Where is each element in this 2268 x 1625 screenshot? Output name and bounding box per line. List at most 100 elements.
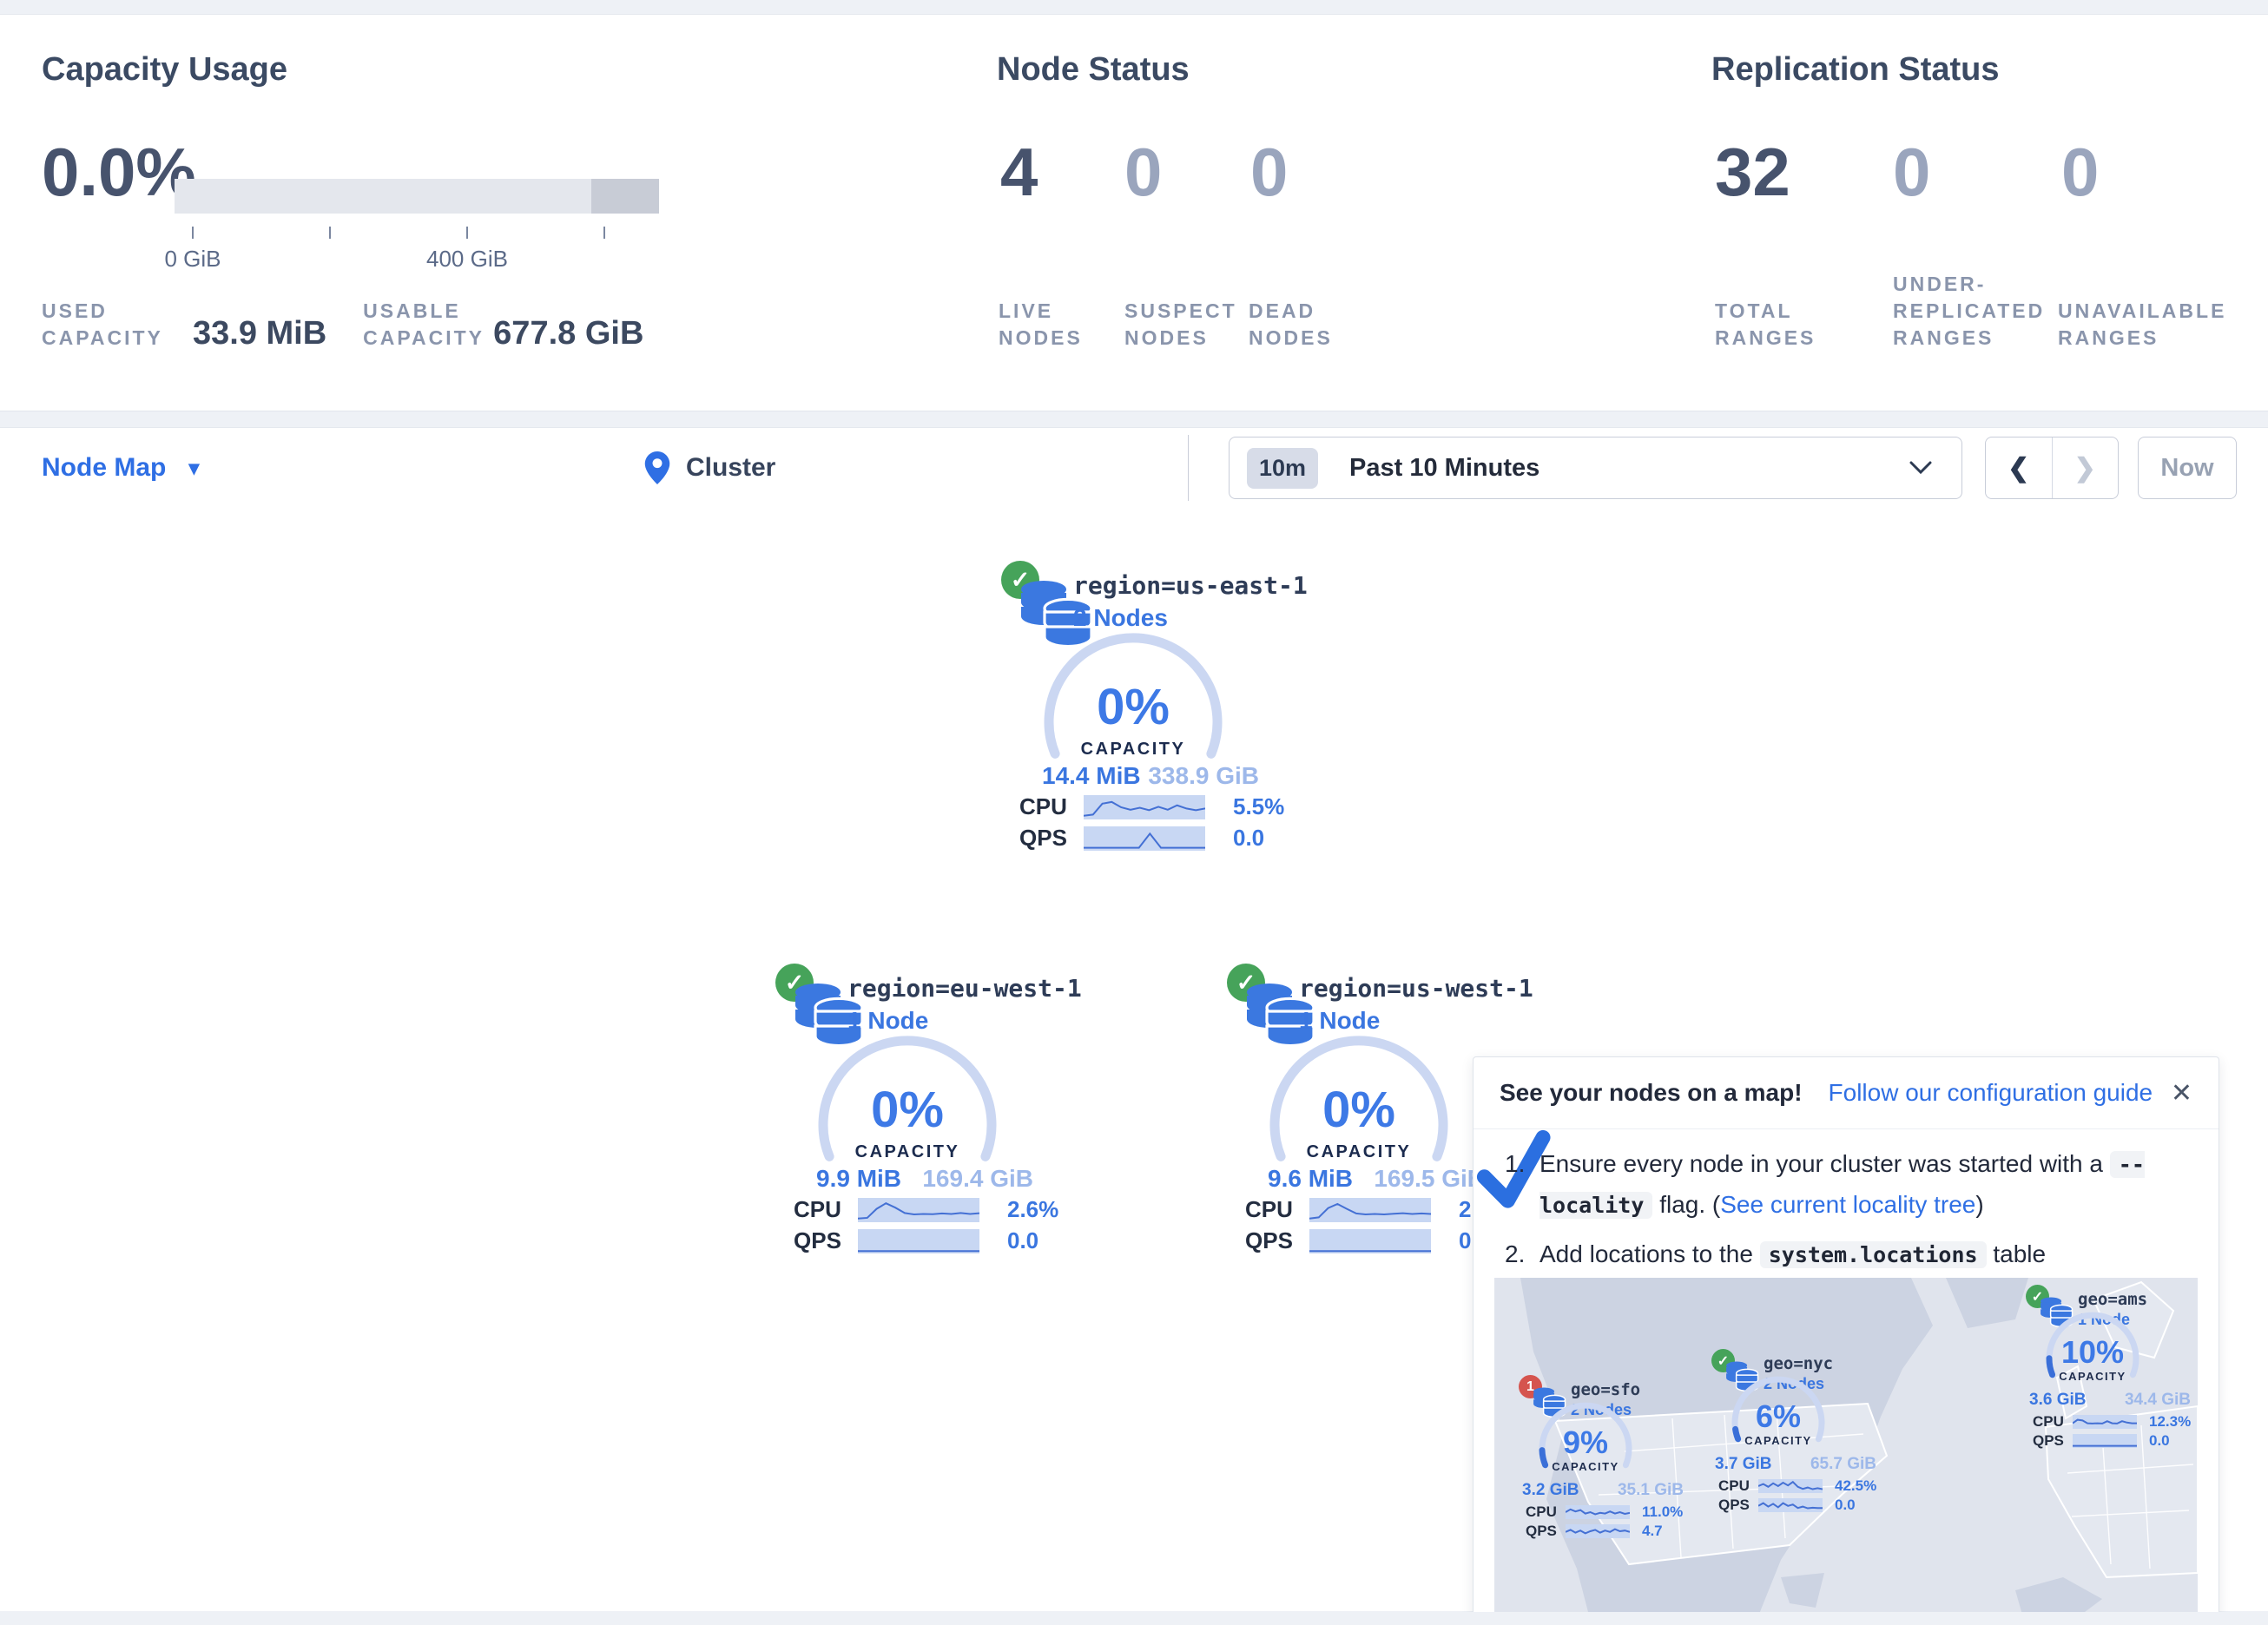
capacity-caption: CAPACITY bbox=[1729, 1434, 1828, 1447]
locality-name: geo=nyc bbox=[1764, 1354, 1833, 1373]
capacity-percent: 6% bbox=[1729, 1401, 1828, 1432]
qps-value: 0.0 bbox=[1007, 1227, 1038, 1254]
time-range-selector[interactable]: 10m Past 10 Minutes bbox=[1229, 437, 1962, 499]
axis-tick bbox=[603, 227, 605, 239]
qps-sparkline bbox=[1084, 826, 1205, 851]
step-text-fragment: Add locations to the bbox=[1539, 1240, 1760, 1267]
map-node-geo-nyc[interactable]: ✓ geo=nyc 2 Nodes 6% CAPACITY 3.7 GiB bbox=[1710, 1349, 1883, 1514]
qps-value: 0.0 bbox=[1835, 1497, 1856, 1514]
step-number: 1. bbox=[1505, 1144, 1539, 1226]
map-node-geo-sfo[interactable]: 1 geo=sfo 2 Nodes 9% CAPACITY 3.2 GiB bbox=[1517, 1375, 1691, 1540]
capacity-caption: CAPACITY bbox=[2043, 1370, 2142, 1383]
step-text-fragment: flag. ( bbox=[1652, 1191, 1720, 1218]
capacity-used: 9.6 MiB bbox=[1268, 1165, 1353, 1193]
under-replicated-ranges-label: UNDER-REPLICATED RANGES bbox=[1893, 271, 2058, 352]
capacity-total: 34.4 GiB bbox=[2125, 1391, 2191, 1410]
total-ranges-count: 32 bbox=[1715, 138, 1893, 206]
usable-capacity-value: 677.8 GiB bbox=[493, 317, 643, 350]
cpu-label: CPU bbox=[1718, 1477, 1755, 1495]
usable-capacity-label: USABLE CAPACITY bbox=[363, 298, 486, 352]
cpu-sparkline bbox=[1758, 1479, 1823, 1493]
cpu-sparkline bbox=[2073, 1415, 2137, 1429]
footer-strip bbox=[0, 1612, 2268, 1625]
qps-label: QPS bbox=[2033, 1432, 2069, 1450]
configuration-guide-link[interactable]: Follow our configuration guide bbox=[1829, 1079, 2153, 1107]
view-selector-dropdown[interactable]: Node Map ▾ bbox=[42, 428, 199, 508]
region-node-eu-west-1[interactable]: ✓ region=eu-west-1 1 Node 0% CAPACITY 9.… bbox=[729, 957, 1103, 1262]
cpu-sparkline bbox=[1084, 795, 1205, 819]
capacity-caption: CAPACITY bbox=[814, 1142, 1001, 1162]
capacity-total: 169.5 GiB bbox=[1374, 1165, 1485, 1193]
time-step-control: ❮ ❯ bbox=[1985, 437, 2119, 499]
capacity-usage-title: Capacity Usage bbox=[42, 51, 287, 89]
unavailable-ranges-count: 0 bbox=[2061, 138, 2099, 206]
axis-tick bbox=[329, 227, 331, 239]
dead-nodes-count: 0 bbox=[1250, 138, 1288, 206]
suspect-nodes-label: SUSPECT NODES bbox=[1124, 298, 1249, 352]
qps-label: QPS bbox=[1718, 1497, 1755, 1514]
cpu-sparkline bbox=[858, 1198, 979, 1222]
system-locations-code: system.locations bbox=[1760, 1241, 1987, 1268]
time-range-label: Past 10 Minutes bbox=[1349, 454, 1539, 483]
region-node-us-east-1[interactable]: ✓ region=us-east-1 2 Nodes 0% CAPACITY 1… bbox=[955, 554, 1328, 859]
map-node-geo-ams[interactable]: ✓ geo=ams 1 Node 10% CAPACITY 3.6 GiB bbox=[2024, 1285, 2198, 1450]
node-map-setup-panel: See your nodes on a map! Follow our conf… bbox=[1473, 1056, 2219, 1625]
example-node-map: 1 geo=sfo 2 Nodes 9% CAPACITY 3.2 GiB bbox=[1494, 1278, 2198, 1625]
replication-status-title: Replication Status bbox=[1711, 51, 2000, 89]
cpu-value: 42.5% bbox=[1835, 1477, 1876, 1495]
cpu-value: 11.0% bbox=[1642, 1503, 1683, 1521]
locality-name: geo=sfo bbox=[1571, 1380, 1640, 1399]
qps-sparkline bbox=[2073, 1434, 2137, 1448]
capacity-total: 65.7 GiB bbox=[1810, 1455, 1876, 1474]
locality-name: geo=ams bbox=[2078, 1290, 2147, 1309]
capacity-caption: CAPACITY bbox=[1039, 740, 1227, 760]
capacity-percent: 9% bbox=[1536, 1427, 1635, 1458]
qps-value: 4.7 bbox=[1642, 1523, 1663, 1540]
capacity-used: 9.9 MiB bbox=[816, 1165, 901, 1193]
step-text-fragment: ) bbox=[1975, 1191, 1983, 1218]
now-button[interactable]: Now bbox=[2138, 437, 2237, 499]
used-capacity-label: USED CAPACITY bbox=[42, 298, 174, 352]
map-pin-icon bbox=[644, 451, 670, 484]
under-replicated-ranges-count: 0 bbox=[1893, 138, 2061, 206]
qps-label: QPS bbox=[1245, 1227, 1302, 1254]
qps-sparkline bbox=[1758, 1498, 1823, 1512]
qps-label: QPS bbox=[1019, 825, 1077, 852]
axis-tick bbox=[192, 227, 194, 239]
step-text-fragment: Ensure every node in your cluster was st… bbox=[1539, 1150, 2110, 1177]
qps-sparkline bbox=[1566, 1524, 1630, 1538]
unavailable-ranges-label: UNAVAILABLE RANGES bbox=[2058, 298, 2240, 352]
step-text: Ensure every node in your cluster was st… bbox=[1539, 1144, 2191, 1226]
used-capacity-value: 33.9 MiB bbox=[193, 317, 326, 350]
capacity-percent: 0% bbox=[1039, 682, 1227, 733]
capacity-used-percent: 0.0% bbox=[42, 138, 196, 206]
capacity-total: 169.4 GiB bbox=[922, 1165, 1033, 1193]
cluster-overview-panel: Capacity Usage 0.0% 0 GiB 400 GiB USED C… bbox=[0, 14, 2268, 411]
chevron-down-icon bbox=[1909, 461, 1932, 475]
cpu-sparkline bbox=[1566, 1505, 1630, 1519]
dead-nodes-label: DEAD NODES bbox=[1249, 298, 1388, 352]
qps-label: QPS bbox=[794, 1227, 851, 1254]
capacity-caption: CAPACITY bbox=[1265, 1142, 1453, 1162]
total-ranges-label: TOTAL RANGES bbox=[1715, 298, 1893, 352]
view-selector-label: Node Map bbox=[42, 453, 166, 483]
node-map-canvas: ✓ region=us-east-1 2 Nodes 0% CAPACITY 1… bbox=[0, 507, 2268, 1611]
close-icon[interactable]: ✕ bbox=[2171, 1078, 2192, 1109]
locality-tree-link[interactable]: See current locality tree bbox=[1720, 1191, 1975, 1218]
capacity-percent: 10% bbox=[2043, 1337, 2142, 1368]
capacity-used: 3.7 GiB bbox=[1715, 1455, 1771, 1474]
cpu-value: 5.5% bbox=[1233, 793, 1284, 820]
cpu-label: CPU bbox=[1245, 1196, 1302, 1223]
capacity-percent: 0% bbox=[1265, 1085, 1453, 1135]
time-step-forward-button[interactable]: ❯ bbox=[2053, 438, 2119, 498]
capacity-percent: 0% bbox=[814, 1085, 1001, 1135]
qps-sparkline bbox=[858, 1229, 979, 1253]
capacity-total: 35.1 GiB bbox=[1618, 1481, 1684, 1500]
qps-label: QPS bbox=[1526, 1523, 1562, 1540]
cpu-value: 2.6% bbox=[1007, 1196, 1058, 1223]
time-step-back-button[interactable]: ❮ bbox=[1986, 438, 2053, 498]
cpu-label: CPU bbox=[1019, 793, 1077, 820]
setup-panel-title: See your nodes on a map! bbox=[1500, 1079, 1803, 1107]
breadcrumb[interactable]: Cluster bbox=[644, 428, 775, 508]
cpu-label: CPU bbox=[2033, 1413, 2069, 1431]
